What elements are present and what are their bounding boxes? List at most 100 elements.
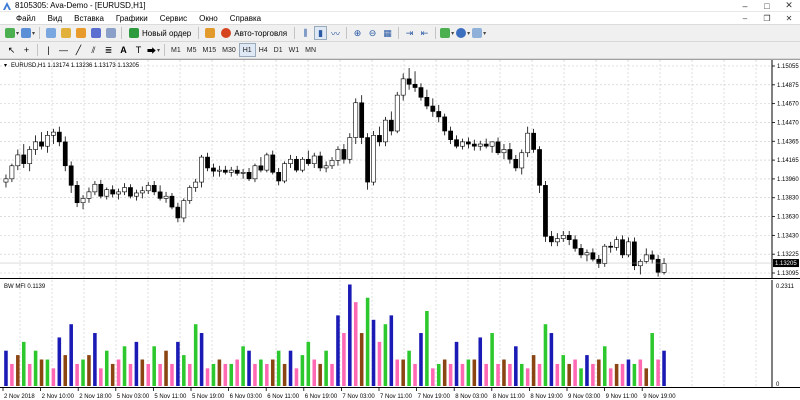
mfi-bar xyxy=(63,355,68,386)
templates-button[interactable]: ▾ xyxy=(472,26,486,40)
mfi-bar xyxy=(81,359,85,386)
candlestick-chart-button[interactable]: ▮ xyxy=(314,26,328,40)
mfi-bar xyxy=(466,359,471,386)
timeframe-w1[interactable]: W1 xyxy=(286,43,303,57)
fibonacci-button[interactable]: ≣ xyxy=(102,43,115,57)
bull-candle xyxy=(554,238,560,243)
timeframe-h1[interactable]: H1 xyxy=(238,43,256,57)
bw-mfi-pane[interactable]: BW MFI 0.1139 0.2311 0 xyxy=(0,280,800,388)
time-tick-label: 5 Nov 03:00 xyxy=(117,394,150,400)
mfi-bar xyxy=(496,363,500,386)
new-chart-button[interactable]: ▾ xyxy=(5,26,19,40)
text-label-button[interactable]: T xyxy=(132,43,145,57)
timeframe-d1[interactable]: D1 xyxy=(271,43,286,57)
mfi-bar xyxy=(330,363,334,386)
timeframe-m15[interactable]: M15 xyxy=(200,43,220,57)
menu-charts[interactable]: Графики xyxy=(110,14,154,23)
mfi-bar xyxy=(644,368,649,386)
menu-file[interactable]: Файл xyxy=(0,14,42,23)
mfi-bar xyxy=(45,359,50,386)
zoom-out-button[interactable]: ⊖ xyxy=(366,26,379,40)
terminal-button[interactable] xyxy=(89,26,102,40)
child-minimize-icon[interactable]: – xyxy=(734,14,756,23)
menu-window[interactable]: Окно xyxy=(193,14,224,23)
bull-candle xyxy=(134,192,139,197)
horizontal-line-button[interactable]: — xyxy=(57,43,70,57)
timeframe-m30[interactable]: M30 xyxy=(219,43,239,57)
mfi-bar xyxy=(247,350,251,386)
timeframe-mn[interactable]: MN xyxy=(302,43,319,57)
bear-candle xyxy=(39,141,44,147)
profiles-button[interactable]: ▾ xyxy=(21,26,35,40)
mfi-bar xyxy=(170,363,174,386)
bull-candle xyxy=(525,132,531,154)
autotrading-button[interactable]: Авто-торговля xyxy=(218,26,290,40)
bear-candle xyxy=(566,235,572,240)
child-close-icon[interactable]: ✕ xyxy=(778,14,800,23)
timeframe-m5[interactable]: M5 xyxy=(184,43,200,57)
window-title: 8105305: Ava-Demo - [EURUSD,H1] xyxy=(15,1,146,10)
tile-windows-button[interactable]: ▦ xyxy=(381,26,394,40)
mfi-bar xyxy=(75,363,79,386)
close-icon[interactable]: ✕ xyxy=(778,0,800,12)
new-order-button[interactable]: Новый ордер xyxy=(126,26,194,40)
dropdown-arrow-icon: ▾ xyxy=(483,30,487,37)
price-grid xyxy=(0,60,772,278)
bar-chart-button[interactable]: ⫼ xyxy=(299,26,312,40)
mfi-bar xyxy=(395,359,400,386)
bull-candle xyxy=(311,155,317,164)
indicators-icon xyxy=(440,28,451,38)
periods-button[interactable]: ▾ xyxy=(456,26,470,40)
chart-window[interactable]: 1.15055 1.14875 1.14670 1.14470 1.14365 1.141… xyxy=(0,59,800,400)
mfi-bar xyxy=(460,363,465,386)
menu-view[interactable]: Вид xyxy=(42,14,68,23)
menu-insert[interactable]: Вставка xyxy=(68,14,110,23)
time-tick-label: 6 Nov 03:00 xyxy=(230,394,263,400)
title-bar: 8105305: Ava-Demo - [EURUSD,H1] – □ ✕ xyxy=(0,0,800,12)
bull-candle xyxy=(643,254,649,262)
mfi-bar xyxy=(401,359,405,386)
bull-candle xyxy=(477,143,483,147)
data-window-button[interactable] xyxy=(59,26,72,40)
indicators-button[interactable]: ▾ xyxy=(440,26,454,40)
mfi-bar xyxy=(591,363,595,386)
crosshair-button[interactable]: + xyxy=(20,43,33,57)
cursor-button[interactable]: ↖ xyxy=(5,43,18,57)
terminal-icon xyxy=(90,28,101,38)
mfi-bar xyxy=(87,355,91,386)
text-button[interactable]: A xyxy=(117,43,130,57)
trendline-button[interactable]: ╱ xyxy=(72,43,85,57)
bear-candle xyxy=(305,158,311,164)
minimize-icon[interactable]: – xyxy=(734,0,756,12)
bull-candle xyxy=(347,137,353,160)
maximize-icon[interactable]: □ xyxy=(756,0,778,12)
new-order-label: Новый ордер xyxy=(142,28,192,38)
line-chart-button[interactable]: 〰 xyxy=(329,26,342,40)
chart-shift-button[interactable]: ⇤ xyxy=(418,26,431,40)
menu-tools[interactable]: Сервис xyxy=(154,14,193,23)
price-chart[interactable]: 1.15055 1.14875 1.14670 1.14470 1.14365 1.141… xyxy=(0,60,800,279)
strategy-tester-button[interactable] xyxy=(104,26,117,40)
child-restore-icon[interactable]: ❐ xyxy=(756,14,778,23)
menu-help[interactable]: Справка xyxy=(224,14,267,23)
chart-menu-icon[interactable]: ▾ xyxy=(4,63,7,69)
price-tick-label: 1.13960 xyxy=(777,177,799,183)
bear-candle xyxy=(276,172,282,182)
meta-editor-button[interactable] xyxy=(203,26,216,40)
mfi-bar xyxy=(389,315,394,386)
vertical-line-button[interactable]: | xyxy=(42,43,55,57)
equidistant-channel-button[interactable]: ⫽ xyxy=(87,43,100,57)
bear-candle xyxy=(341,149,347,160)
bear-candle xyxy=(543,185,548,237)
mfi-bar xyxy=(514,346,518,386)
timeframe-m1[interactable]: M1 xyxy=(168,43,184,57)
bear-candle xyxy=(157,191,163,199)
navigator-button[interactable] xyxy=(74,26,87,40)
zoom-in-button[interactable]: ⊕ xyxy=(351,26,364,40)
arrows-button[interactable]: ⮕ ▾ xyxy=(147,43,160,57)
mfi-bar xyxy=(27,363,32,386)
autoscroll-button[interactable]: ⇥ xyxy=(403,26,416,40)
timeframe-h4[interactable]: H4 xyxy=(256,43,271,57)
price-tick-label: 1.13095 xyxy=(777,271,799,277)
market-watch-button[interactable] xyxy=(44,26,57,40)
